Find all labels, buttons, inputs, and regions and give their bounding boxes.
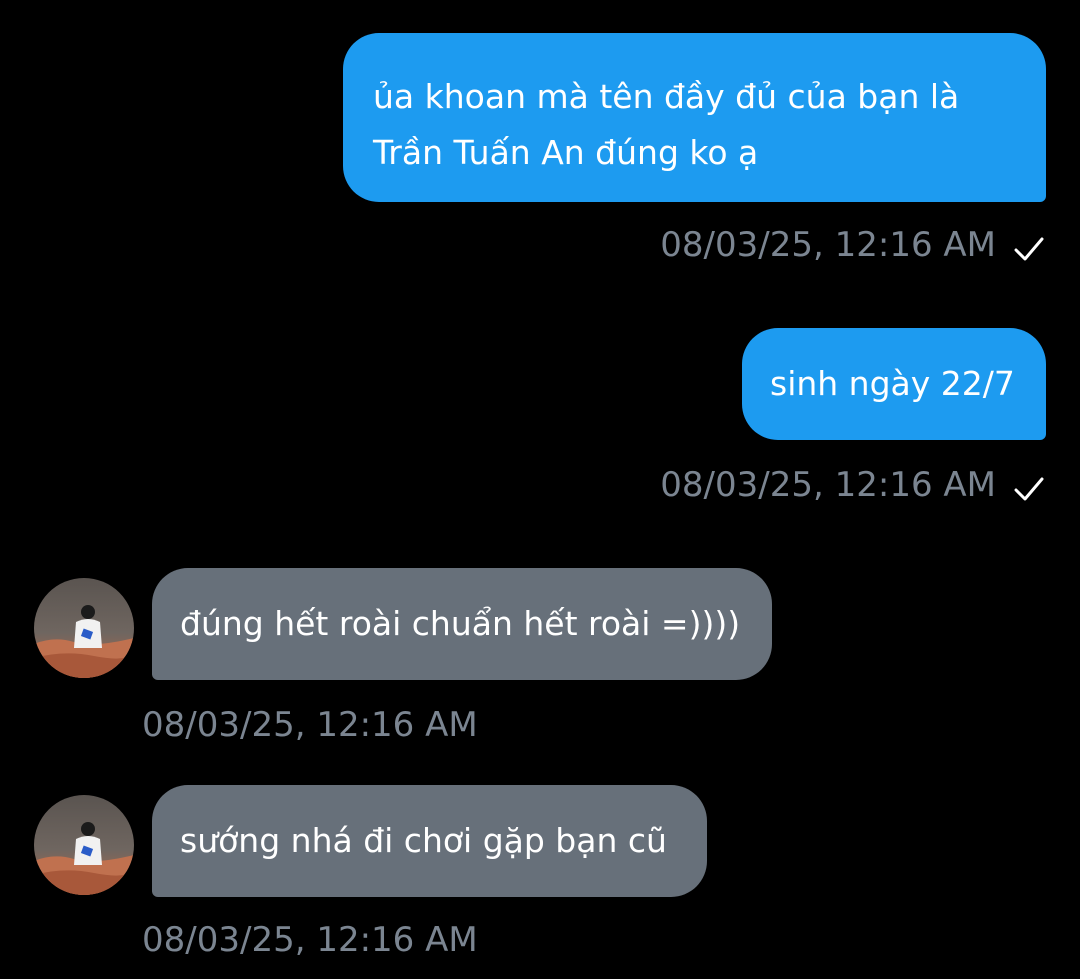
contact-avatar[interactable] — [34, 578, 134, 678]
message-timestamp: 08/03/25, 12:16 AM — [142, 920, 478, 960]
check-icon — [1014, 477, 1044, 501]
message-timestamp: 08/03/25, 12:16 AM — [660, 225, 996, 265]
avatar-photo-icon — [34, 578, 134, 678]
message-timestamp: 08/03/25, 12:16 AM — [660, 465, 996, 505]
received-message-bubble[interactable]: sướng nhá đi chơi gặp bạn cũ — [152, 785, 707, 897]
received-message-bubble[interactable]: đúng hết roài chuẩn hết roài =)))) — [152, 568, 772, 680]
check-icon — [1014, 237, 1044, 261]
sent-message-bubble[interactable]: sinh ngày 22/7 — [742, 328, 1046, 440]
contact-avatar[interactable] — [34, 795, 134, 895]
message-thread[interactable]: ủa khoan mà tên đầy đủ của bạn là Trần T… — [0, 0, 1080, 979]
sent-message-bubble[interactable]: ủa khoan mà tên đầy đủ của bạn là Trần T… — [343, 33, 1046, 202]
message-timestamp: 08/03/25, 12:16 AM — [142, 705, 478, 745]
avatar-photo-icon — [34, 795, 134, 895]
